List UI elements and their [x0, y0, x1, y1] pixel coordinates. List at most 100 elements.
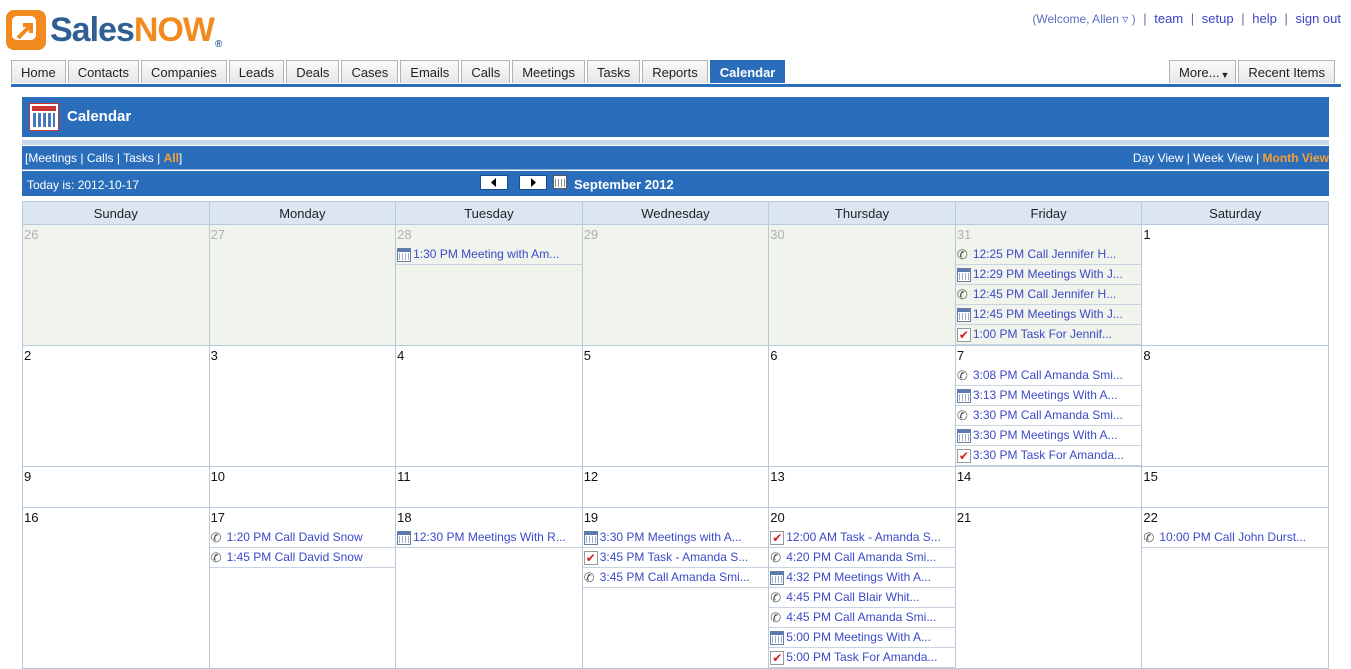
day-number[interactable]: 14: [956, 467, 1142, 487]
day-cell[interactable]: 7 3:08 PM Call Amanda Smi... 3:13 PM Meeti…: [954, 345, 1143, 467]
day-cell[interactable]: 16: [22, 507, 210, 669]
tab-home[interactable]: Home: [11, 60, 66, 83]
sign-out-link[interactable]: sign out: [1295, 11, 1341, 26]
tab-calendar[interactable]: Calendar: [709, 60, 786, 83]
day-number[interactable]: 20: [769, 508, 955, 528]
day-cell[interactable]: 31 12:25 PM Call Jennifer H... 12:29 PM Me…: [954, 224, 1143, 346]
tab-reports[interactable]: Reports: [642, 60, 708, 83]
day-cell[interactable]: 1: [1141, 224, 1329, 346]
task-event[interactable]: 3:30 PM Task For Amanda...: [955, 446, 1142, 466]
filter-all[interactable]: All: [164, 151, 179, 165]
filter-meetings[interactable]: Meetings: [28, 151, 77, 165]
meeting-event[interactable]: 4:32 PM Meetings With A...: [769, 568, 955, 588]
call-event[interactable]: 4:45 PM Call Blair Whit...: [769, 588, 955, 608]
day-number[interactable]: 18: [396, 508, 582, 528]
tab-tasks[interactable]: Tasks: [586, 60, 641, 83]
task-event[interactable]: 12:00 AM Task - Amanda S...: [769, 528, 955, 548]
day-cell[interactable]: 11: [395, 466, 583, 508]
tab-companies[interactable]: Companies: [141, 60, 227, 83]
day-number[interactable]: 12: [583, 467, 769, 487]
call-event[interactable]: 4:20 PM Call Amanda Smi...: [769, 548, 955, 568]
day-cell[interactable]: 29: [581, 224, 770, 346]
day-cell[interactable]: 9: [22, 466, 210, 508]
meeting-event[interactable]: 3:13 PM Meetings With A...: [955, 386, 1142, 406]
day-number[interactable]: 19: [583, 508, 769, 528]
team-link[interactable]: team: [1154, 11, 1183, 26]
meeting-event[interactable]: 12:29 PM Meetings With J...: [955, 265, 1142, 285]
more-tab[interactable]: More... ▼: [1169, 60, 1237, 83]
day-cell[interactable]: 28 1:30 PM Meeting with Am...: [395, 224, 583, 346]
day-cell[interactable]: 20 12:00 AM Task - Amanda S... 4:20 PM Cal…: [768, 507, 956, 669]
meeting-event[interactable]: 3:30 PM Meetings With A...: [955, 426, 1142, 446]
day-number[interactable]: 2: [23, 346, 209, 366]
next-month-button[interactable]: [519, 175, 547, 190]
day-number[interactable]: 5: [583, 346, 769, 366]
day-number[interactable]: 8: [1142, 346, 1328, 366]
day-number[interactable]: 6: [769, 346, 955, 366]
day-cell[interactable]: 5: [581, 345, 770, 467]
call-event[interactable]: 1:45 PM Call David Snow: [209, 548, 396, 568]
day-cell[interactable]: 21: [954, 507, 1143, 669]
day-cell[interactable]: 4: [395, 345, 583, 467]
tab-cases[interactable]: Cases: [341, 60, 399, 83]
tab-calls[interactable]: Calls: [461, 60, 511, 83]
call-event[interactable]: 3:08 PM Call Amanda Smi...: [955, 366, 1142, 386]
call-event[interactable]: 3:45 PM Call Amanda Smi...: [582, 568, 769, 588]
call-event[interactable]: 1:20 PM Call David Snow: [209, 528, 396, 548]
day-cell[interactable]: 8: [1141, 345, 1329, 467]
day-cell[interactable]: 15: [1141, 466, 1329, 508]
filter-calls[interactable]: Calls: [87, 151, 114, 165]
month-view-link[interactable]: Month View: [1263, 151, 1329, 165]
call-event[interactable]: 3:30 PM Call Amanda Smi...: [955, 406, 1142, 426]
date-picker-icon[interactable]: [553, 175, 567, 189]
day-number[interactable]: 28: [396, 225, 582, 245]
call-event[interactable]: 12:25 PM Call Jennifer H...: [955, 245, 1142, 265]
day-cell[interactable]: 27: [208, 224, 397, 346]
day-number[interactable]: 3: [210, 346, 396, 366]
week-view-link[interactable]: Week View: [1193, 151, 1253, 165]
recent-items-tab[interactable]: Recent Items: [1238, 60, 1335, 83]
day-number[interactable]: 1: [1142, 225, 1328, 245]
day-number[interactable]: 9: [23, 467, 209, 487]
tab-leads[interactable]: Leads: [228, 60, 285, 83]
day-cell[interactable]: 10: [208, 466, 397, 508]
tab-contacts[interactable]: Contacts: [67, 60, 139, 83]
welcome-menu[interactable]: (Welcome, Allen ▿ ): [1032, 12, 1135, 26]
day-cell[interactable]: 30: [768, 224, 956, 346]
day-cell[interactable]: 18 12:30 PM Meetings With R...: [395, 507, 583, 669]
tab-meetings[interactable]: Meetings: [512, 60, 585, 83]
day-cell[interactable]: 17 1:20 PM Call David Snow 1:45 PM Call Da…: [208, 507, 397, 669]
day-number[interactable]: 26: [23, 225, 209, 245]
call-event[interactable]: 10:00 PM Call John Durst...: [1142, 528, 1328, 548]
day-number[interactable]: 4: [396, 346, 582, 366]
day-number[interactable]: 15: [1142, 467, 1328, 487]
day-cell[interactable]: 3: [208, 345, 397, 467]
day-number[interactable]: 7: [956, 346, 1142, 366]
day-number[interactable]: 31: [956, 225, 1142, 245]
day-number[interactable]: 30: [769, 225, 955, 245]
meeting-event[interactable]: 3:30 PM Meetings with A...: [582, 528, 769, 548]
setup-link[interactable]: setup: [1202, 11, 1234, 26]
meeting-event[interactable]: 12:45 PM Meetings With J...: [955, 305, 1142, 325]
day-number[interactable]: 13: [769, 467, 955, 487]
day-cell[interactable]: 14: [954, 466, 1143, 508]
help-link[interactable]: help: [1252, 11, 1277, 26]
day-cell[interactable]: 6: [768, 345, 956, 467]
task-event[interactable]: 3:45 PM Task - Amanda S...: [582, 548, 769, 568]
salesnow-logo[interactable]: SalesNOW®: [6, 10, 222, 50]
tab-deals[interactable]: Deals: [286, 60, 340, 83]
day-number[interactable]: 16: [23, 508, 209, 528]
day-cell[interactable]: 12: [581, 466, 770, 508]
task-event[interactable]: 5:00 PM Task For Amanda...: [769, 648, 955, 668]
day-number[interactable]: 22: [1142, 508, 1328, 528]
meeting-event[interactable]: 5:00 PM Meetings With A...: [769, 628, 955, 648]
day-number[interactable]: 10: [210, 467, 396, 487]
task-event[interactable]: 1:00 PM Task For Jennif...: [955, 325, 1142, 345]
day-cell[interactable]: 2: [22, 345, 210, 467]
call-event[interactable]: 12:45 PM Call Jennifer H...: [955, 285, 1142, 305]
day-number[interactable]: 27: [210, 225, 396, 245]
day-cell[interactable]: 19 3:30 PM Meetings with A... 3:45 PM Task…: [581, 507, 770, 669]
day-number[interactable]: 21: [956, 508, 1142, 528]
day-cell[interactable]: 13: [768, 466, 956, 508]
meeting-event[interactable]: 12:30 PM Meetings With R...: [396, 528, 582, 548]
